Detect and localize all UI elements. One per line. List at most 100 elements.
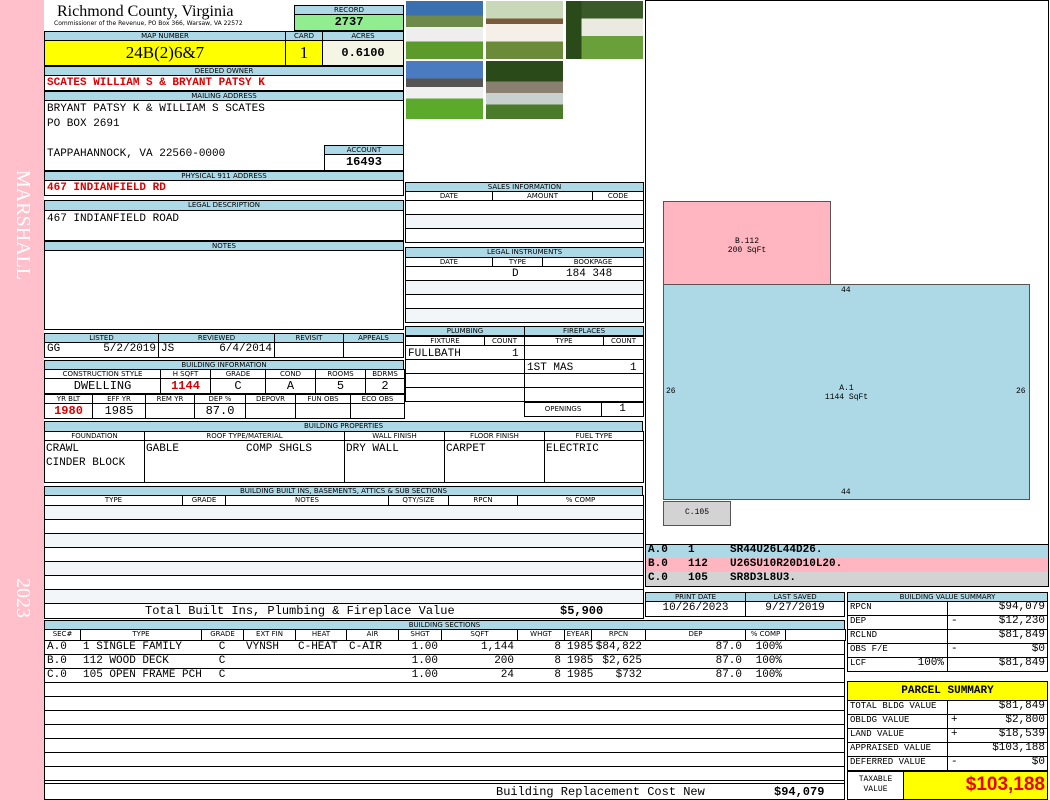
summary-value: $81,849 bbox=[998, 657, 1045, 669]
instrument-type: D bbox=[512, 268, 519, 280]
summary-label: LAND VALUE bbox=[847, 728, 948, 743]
area-name: B.112 bbox=[734, 237, 759, 246]
property-photo[interactable] bbox=[405, 60, 484, 120]
building-info-value: 87.0 bbox=[194, 403, 246, 419]
sketch-legend bbox=[645, 544, 1049, 587]
sales-row[interactable] bbox=[405, 214, 644, 229]
fireplace-row bbox=[524, 345, 644, 360]
wall-finish-value: DRY WALL bbox=[346, 443, 399, 455]
builtins-total-value: $5,900 bbox=[560, 604, 604, 618]
builtins-row[interactable] bbox=[44, 589, 644, 604]
summary-value: $103,188 bbox=[992, 742, 1045, 754]
instrument-row[interactable] bbox=[405, 294, 644, 309]
owner-name: SCATES WILLIAM S & BRYANT PATSY K bbox=[44, 75, 404, 91]
summary-value: $2,800 bbox=[1005, 714, 1045, 726]
sketch-area-b[interactable]: B.112 200 SqFt bbox=[663, 201, 831, 285]
district-sidebar: MARSHALL 2023 bbox=[0, 0, 44, 800]
instrument-row[interactable] bbox=[405, 280, 644, 295]
account-number: 16493 bbox=[324, 154, 404, 171]
builtins-row[interactable] bbox=[44, 547, 644, 562]
area-name: A.1 bbox=[839, 384, 854, 393]
map-number: 24B(2)6&7 bbox=[44, 40, 286, 66]
building-info-value: 1985 bbox=[92, 403, 146, 419]
dim-left: 26 bbox=[666, 387, 676, 396]
sales-row[interactable] bbox=[405, 228, 644, 243]
summary-value: $18,539 bbox=[998, 728, 1045, 740]
last-saved: 9/27/2019 bbox=[745, 601, 845, 617]
builtins-row[interactable] bbox=[44, 575, 644, 590]
building-info-value: C bbox=[210, 378, 266, 394]
summary-value: $94,079 bbox=[998, 601, 1045, 613]
fuel-type-value: ELECTRIC bbox=[546, 443, 599, 455]
summary-label: DEP bbox=[847, 615, 948, 630]
property-photo[interactable] bbox=[485, 0, 564, 60]
sections-footer bbox=[44, 783, 845, 800]
summary-value: $0 bbox=[1031, 756, 1045, 768]
fireplaces-label: FIREPLACES bbox=[524, 326, 644, 336]
notes-box[interactable] bbox=[44, 250, 404, 330]
building-info-value: A bbox=[265, 378, 316, 394]
summary-label: OBLDG VALUE bbox=[847, 714, 948, 729]
summary-value: $12,230 bbox=[998, 615, 1045, 627]
builtins-row[interactable] bbox=[44, 561, 644, 576]
summary-label: RCLND bbox=[847, 629, 948, 644]
sketch-area-c[interactable]: C.105 bbox=[663, 501, 731, 526]
summary-label: OBS F/E bbox=[847, 643, 948, 658]
property-photo[interactable] bbox=[405, 0, 484, 60]
dim-top: 44 bbox=[841, 286, 851, 295]
summary-value: $81,849 bbox=[998, 700, 1045, 712]
building-info-value bbox=[350, 403, 405, 419]
fireplace-row bbox=[524, 387, 644, 402]
openings-label: OPENINGS bbox=[524, 402, 602, 417]
record-number: 2737 bbox=[294, 14, 404, 31]
listed-date: 5/2/2019 bbox=[103, 343, 156, 355]
fireplace-type: 1ST MAS bbox=[527, 362, 574, 374]
builtins-row[interactable] bbox=[44, 519, 644, 534]
taxable-label: TAXABLE VALUE bbox=[847, 771, 904, 800]
building-info-value bbox=[245, 403, 296, 419]
appeals-value bbox=[343, 342, 404, 358]
summary-label: APPRAISED VALUE bbox=[847, 742, 948, 757]
physical-address: 467 INDIANFIELD RD bbox=[44, 180, 404, 196]
fireplace-row bbox=[524, 373, 644, 388]
builtins-row[interactable] bbox=[44, 505, 644, 520]
building-info-value: DWELLING bbox=[44, 378, 161, 394]
plumbing-row bbox=[405, 359, 525, 374]
building-info-value: 1980 bbox=[44, 403, 93, 419]
property-photo[interactable] bbox=[565, 0, 644, 60]
acres-value: 0.6100 bbox=[322, 40, 404, 66]
area-sqft: 1144 SqFt bbox=[824, 393, 869, 402]
dim-right: 26 bbox=[1016, 387, 1026, 396]
sales-row[interactable] bbox=[405, 200, 644, 215]
dim-bottom: 44 bbox=[841, 488, 851, 497]
summary-value: $0 bbox=[1031, 643, 1045, 655]
summary-label: TOTAL BLDG VALUE bbox=[847, 700, 948, 715]
card-number: 1 bbox=[285, 40, 323, 66]
plumbing-label: PLUMBING bbox=[405, 326, 525, 336]
sections-table bbox=[44, 640, 845, 784]
mailing-line: TAPPAHANNOCK, VA 22560-0000 bbox=[47, 148, 226, 160]
building-info-value: 5 bbox=[315, 378, 366, 394]
taxable-value: $103,188 bbox=[903, 771, 1048, 800]
summary-label: RPCN bbox=[847, 601, 948, 616]
builtins-total-label: Total Built Ins, Plumbing & Fireplace Va… bbox=[145, 604, 455, 618]
replacement-cost-value: $94,079 bbox=[774, 785, 825, 799]
instrument-row[interactable] bbox=[405, 308, 644, 323]
foundation-value: CINDER BLOCK bbox=[46, 457, 126, 469]
builtins-row[interactable] bbox=[44, 533, 644, 548]
building-info-value bbox=[145, 403, 195, 419]
tax-year: 2023 bbox=[12, 578, 34, 618]
building-info-value: 1144 bbox=[160, 378, 211, 394]
roof-material-value: COMP SHGLS bbox=[246, 443, 313, 455]
mailing-line: PO BOX 2691 bbox=[47, 118, 120, 130]
mailing-line: BRYANT PATSY K & WILLIAM S SCATES bbox=[47, 103, 265, 115]
building-info-value bbox=[295, 403, 351, 419]
lcf-percent: 100% bbox=[917, 657, 944, 669]
property-photo[interactable] bbox=[485, 60, 564, 120]
sketch-area[interactable]: B.112 200 SqFt A.1 1144 SqFt C.105 44 44 2… bbox=[645, 0, 1049, 545]
sketch-area-a[interactable]: A.1 1144 SqFt bbox=[663, 284, 1030, 500]
legal-description: 467 INDIANFIELD ROAD bbox=[44, 210, 404, 241]
floor-finish-value: CARPET bbox=[446, 443, 486, 455]
office-address: Commissioner of the Revenue, PO Box 366,… bbox=[54, 20, 243, 27]
print-date: 10/26/2023 bbox=[645, 601, 746, 617]
